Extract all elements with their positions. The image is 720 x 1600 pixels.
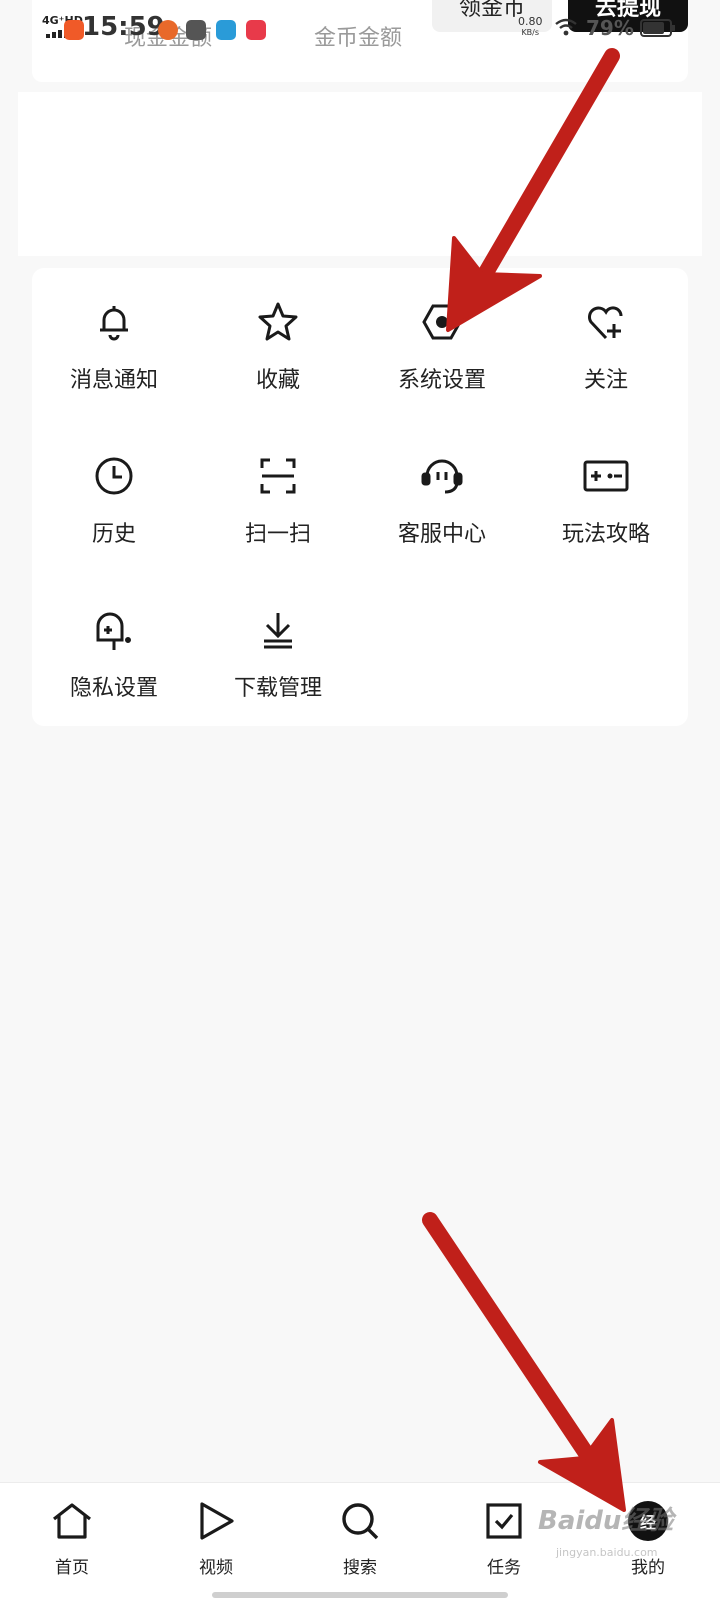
- menu-item-notifications[interactable]: 消息通知: [32, 268, 196, 408]
- watermark-url: jingyan.baidu.com: [556, 1546, 658, 1559]
- network-speed: 0.80 KB/s: [518, 16, 543, 38]
- menu-item-scan[interactable]: 扫一扫: [196, 422, 360, 562]
- headset-icon: [416, 450, 468, 502]
- scan-icon: [252, 450, 304, 502]
- star-icon: [252, 296, 304, 348]
- notification-app-icon: [64, 20, 84, 40]
- battery-percent: 79%: [586, 16, 634, 40]
- settings-icon: [416, 296, 468, 348]
- menu-label: 收藏: [255, 368, 300, 393]
- battery-level: [643, 22, 664, 34]
- menu-label: 客服中心: [397, 522, 486, 547]
- menu-item-download-manager[interactable]: 下载管理: [196, 576, 360, 716]
- notification-app-icon: [246, 20, 266, 40]
- network-speed-value: 0.80: [518, 15, 543, 28]
- bell-icon: [88, 296, 140, 348]
- menu-label: 历史: [91, 522, 136, 547]
- home-indicator[interactable]: [212, 1592, 508, 1598]
- heart-plus-icon: [580, 296, 632, 348]
- nav-label: 首页: [55, 1558, 89, 1578]
- notification-app-icon: [216, 20, 236, 40]
- nav-label: 搜索: [343, 1558, 377, 1578]
- annotation-arrow-mine: [422, 1212, 612, 1488]
- task-check-icon: [480, 1497, 528, 1545]
- menu-label: 玩法攻略: [561, 522, 650, 547]
- search-icon: [336, 1497, 384, 1545]
- play-icon: [192, 1497, 240, 1545]
- menu-label: 隐私设置: [69, 676, 158, 701]
- status-bar: 4G⁺HD 15:59 0.80 KB/s 79%: [0, 0, 720, 48]
- watermark-logo: Baidu经验: [538, 1506, 674, 1536]
- notification-app-icon: [158, 20, 178, 40]
- battery-icon: [640, 19, 675, 37]
- wifi-icon: [555, 18, 577, 36]
- notification-app-icon: [186, 20, 206, 40]
- menu-item-follow[interactable]: 关注: [524, 268, 688, 408]
- menu-label: 关注: [583, 368, 628, 393]
- menu-label: 系统设置: [397, 368, 486, 393]
- menu-label: 下载管理: [233, 676, 322, 701]
- banner-area: [18, 92, 702, 256]
- menu-item-game-guide[interactable]: 玩法攻略: [524, 422, 688, 562]
- privacy-mailbox-icon: [88, 604, 140, 656]
- network-speed-unit: KB/s: [521, 28, 540, 37]
- menu-item-favorites[interactable]: 收藏: [196, 268, 360, 408]
- game-guide-icon: [580, 450, 632, 502]
- nav-label: 视频: [199, 1558, 233, 1578]
- nav-tab-video[interactable]: 视频: [144, 1483, 288, 1600]
- clock-icon: [88, 450, 140, 502]
- clock-time: 15:59: [82, 12, 165, 42]
- nav-tab-search[interactable]: 搜索: [288, 1483, 432, 1600]
- nav-label: 任务: [487, 1558, 521, 1578]
- menu-item-system-settings[interactable]: 系统设置: [360, 268, 524, 408]
- menu-label: 扫一扫: [244, 522, 311, 547]
- download-icon: [252, 604, 304, 656]
- menu-item-customer-service[interactable]: 客服中心: [360, 422, 524, 562]
- menu-card: 消息通知 收藏 系统设置 关注 历史 扫一扫 客服中心 玩法攻略 隐私设置 下载…: [32, 268, 688, 726]
- menu-item-privacy-settings[interactable]: 隐私设置: [32, 576, 196, 716]
- menu-label: 消息通知: [69, 368, 158, 393]
- menu-item-history[interactable]: 历史: [32, 422, 196, 562]
- home-icon: [48, 1497, 96, 1545]
- nav-tab-home[interactable]: 首页: [0, 1483, 144, 1600]
